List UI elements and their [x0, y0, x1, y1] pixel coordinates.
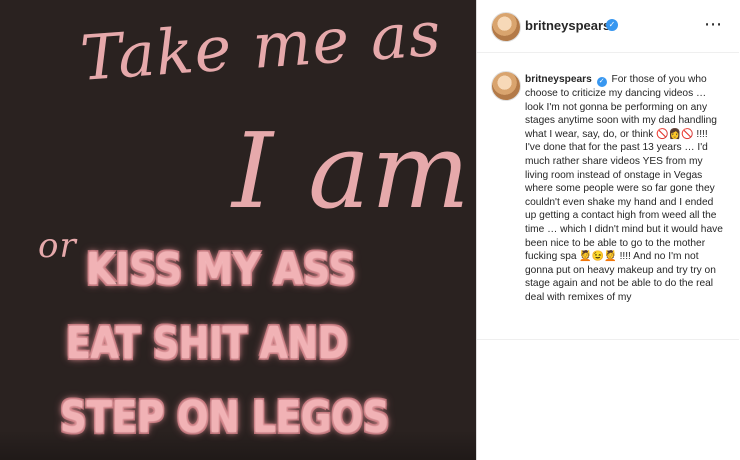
image-text-take-me-as: Take me as — [78, 0, 444, 95]
post-sidebar: britneyspears ✓ ⋯ britneyspears ✓ For th… — [476, 0, 740, 460]
caption-emoji-2: 💆😉💆 — [579, 251, 617, 263]
image-text-i-am: I am — [232, 110, 471, 232]
caption-verified-icon: ✓ — [596, 77, 607, 87]
image-text-or: or — [38, 226, 77, 266]
caption-username[interactable]: britneyspears — [525, 74, 592, 85]
caption-avatar[interactable] — [491, 71, 521, 101]
caption-emoji-1: 🚫👩🚫 — [656, 128, 694, 140]
post-header: britneyspears ✓ ⋯ — [477, 0, 739, 53]
caption-text-part-2: !!!! I've done that for the past 13 year… — [525, 128, 723, 263]
more-options-icon[interactable]: ⋯ — [704, 14, 723, 35]
image-shadow — [0, 430, 476, 460]
header-username[interactable]: britneyspears — [525, 18, 610, 33]
comments-divider — [477, 339, 739, 340]
caption-area: britneyspears ✓ For those of you who cho… — [477, 53, 739, 339]
verified-icon: ✓ — [606, 19, 618, 31]
post-image[interactable]: Take me as I am or KISS MY ASS EAT SHIT … — [0, 0, 476, 460]
image-text-line-2: EAT SHIT AND — [66, 318, 348, 369]
caption-text: britneyspears ✓ For those of you who cho… — [525, 73, 725, 305]
image-text-line-1: KISS MY ASS — [86, 244, 356, 295]
avatar[interactable] — [491, 12, 521, 42]
